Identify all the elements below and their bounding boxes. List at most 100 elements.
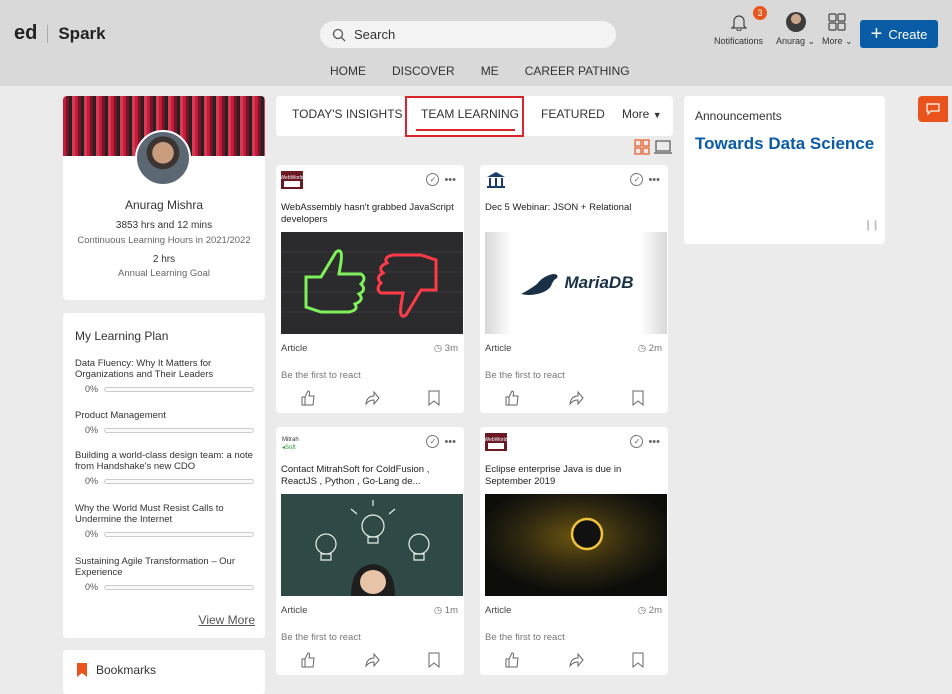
bell-icon <box>730 15 747 31</box>
duration-value: 1m <box>444 605 458 616</box>
more-menu[interactable]: More ⌄ <box>822 8 853 47</box>
search-icon <box>332 28 346 41</box>
logo-ed: ed <box>14 22 38 44</box>
svg-text:WebWorld: WebWorld <box>281 175 303 181</box>
learning-plan-title: My Learning Plan <box>75 329 169 343</box>
nav-career-pathing[interactable]: CAREER PATHING <box>525 64 630 78</box>
progress: 0% <box>75 582 255 593</box>
like-icon[interactable] <box>504 390 520 406</box>
card-title[interactable]: Dec 5 Webinar: JSON + Relational <box>485 202 663 214</box>
more-options-icon[interactable]: ••• <box>444 436 456 448</box>
tab-todays-insights[interactable]: TODAY'S INSIGHTS <box>292 107 403 121</box>
card-title[interactable]: Eclipse enterprise Java is due in Septem… <box>485 464 663 488</box>
card-title[interactable]: Contact MitrahSoft for ColdFusion , Reac… <box>281 464 459 488</box>
card-duration: ◷ 2m <box>638 343 662 354</box>
plan-item[interactable]: Building a world-class design team: a no… <box>75 450 255 487</box>
nav-me[interactable]: ME <box>481 64 499 78</box>
card-controls: ✓ ••• <box>630 435 660 448</box>
create-button[interactable]: + Create <box>860 20 938 48</box>
progress-bar <box>104 585 255 590</box>
chat-button[interactable] <box>918 96 948 122</box>
plan-item-title: Product Management <box>75 410 166 421</box>
create-label: Create <box>888 26 928 42</box>
check-circle-icon[interactable]: ✓ <box>630 435 644 448</box>
tab-more-label: More <box>622 107 650 121</box>
card-controls: ✓ ••• <box>426 435 456 448</box>
tab-featured[interactable]: FEATURED <box>541 107 605 121</box>
profile-name[interactable]: Anurag Mishra <box>63 198 265 212</box>
nav-home[interactable]: HOME <box>330 64 366 78</box>
card-actions <box>276 652 464 668</box>
share-icon[interactable] <box>364 390 380 406</box>
article-card[interactable]: WebWorld ✓ ••• Eclipse enterprise Java i… <box>480 427 668 675</box>
mitrahsoft-logo-icon: Mitrah ◂Soft <box>282 437 299 451</box>
article-card[interactable]: Mitrah ◂Soft ✓ ••• Contact MitrahSoft for… <box>276 427 464 675</box>
bookmark-outline-icon[interactable] <box>632 390 644 406</box>
more-options-icon[interactable]: ••• <box>444 174 456 186</box>
progress-value: 0% <box>85 384 99 394</box>
like-icon[interactable] <box>300 652 316 668</box>
plus-icon: + <box>870 23 883 45</box>
plan-item[interactable]: Product Management 0% <box>75 410 255 436</box>
plan-item[interactable]: Why the World Must Resist Calls to Under… <box>75 503 255 540</box>
react-prompt: Be the first to react <box>281 370 361 381</box>
bookmarks-card[interactable]: Bookmarks <box>63 650 265 694</box>
grid-view-icon[interactable] <box>634 139 650 155</box>
pause-icon[interactable]: ❙❙ <box>864 220 880 231</box>
plan-item-title: Building a world-class design team: a no… <box>75 450 253 472</box>
more-label: More <box>822 36 843 46</box>
profile-card: Anurag Mishra 3853 hrs and 12 mins Conti… <box>63 96 265 300</box>
institution-icon <box>487 172 505 188</box>
list-view-icon[interactable] <box>654 139 672 155</box>
user-label: Anurag <box>776 36 806 46</box>
share-icon[interactable] <box>568 390 584 406</box>
learning-plan-card: My Learning Plan Data Fluency: Why It Ma… <box>63 313 265 638</box>
search-input[interactable]: Search <box>320 21 616 48</box>
notifications-button[interactable]: 3 Notifications <box>714 6 768 46</box>
webworld-logo-icon: WebWorld <box>281 171 303 189</box>
check-circle-icon[interactable]: ✓ <box>426 173 440 186</box>
card-type: Article <box>485 605 512 616</box>
card-type: Article <box>281 605 308 616</box>
notifications-label: Notifications <box>714 36 764 46</box>
progress-bar <box>104 532 255 537</box>
card-duration: ◷ 2m <box>638 605 662 616</box>
like-icon[interactable] <box>300 390 316 406</box>
plan-item[interactable]: Data Fluency: Why It Matters for Organiz… <box>75 358 255 395</box>
bookmark-outline-icon[interactable] <box>632 652 644 668</box>
app-logo[interactable]: ed Spark <box>14 22 106 45</box>
article-card[interactable]: ✓ ••• Dec 5 Webinar: JSON + Relational M… <box>480 165 668 413</box>
view-more-link[interactable]: View More <box>199 613 255 627</box>
react-prompt: Be the first to react <box>485 632 565 643</box>
article-card[interactable]: WebWorld ✓ ••• WebAssembly hasn't grabbe… <box>276 165 464 413</box>
check-circle-icon[interactable]: ✓ <box>630 173 644 186</box>
bookmark-icon <box>77 663 87 677</box>
bookmark-outline-icon[interactable] <box>428 390 440 406</box>
svg-text:◂Soft: ◂Soft <box>282 445 296 451</box>
progress-bar <box>104 428 255 433</box>
profile-avatar[interactable] <box>135 130 191 186</box>
mariadb-seal-icon <box>520 274 558 295</box>
learning-goal: 2 hrs <box>152 254 176 265</box>
card-controls: ✓ ••• <box>630 173 660 186</box>
share-icon[interactable] <box>364 652 380 668</box>
card-image: MariaDB <box>485 232 667 334</box>
more-options-icon[interactable]: ••• <box>648 174 660 186</box>
check-circle-icon[interactable]: ✓ <box>426 435 440 448</box>
logo-divider <box>47 24 49 43</box>
card-title[interactable]: WebAssembly hasn't grabbed JavaScript de… <box>281 202 459 226</box>
announcement-headline[interactable]: Towards Data Science <box>695 134 874 154</box>
card-type: Article <box>485 343 512 354</box>
bookmark-outline-icon[interactable] <box>428 652 440 668</box>
main-nav: HOME DISCOVER ME CAREER PATHING <box>330 64 630 78</box>
progress-value: 0% <box>85 529 99 539</box>
plan-item[interactable]: Sustaining Agile Transformation – Our Ex… <box>75 556 255 593</box>
like-icon[interactable] <box>504 652 520 668</box>
tab-more[interactable]: More ▼ <box>622 107 662 121</box>
nav-discover[interactable]: DISCOVER <box>392 64 455 78</box>
share-icon[interactable] <box>568 652 584 668</box>
more-options-icon[interactable]: ••• <box>648 436 660 448</box>
view-toggle <box>634 139 672 155</box>
user-menu[interactable]: Anurag ⌄ <box>776 8 815 47</box>
card-actions <box>480 652 668 668</box>
